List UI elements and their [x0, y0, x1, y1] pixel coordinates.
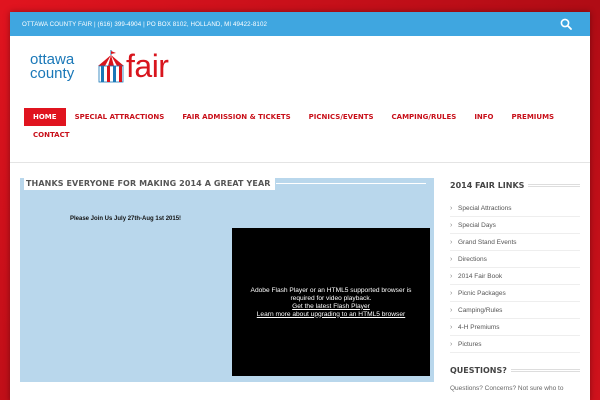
sidebar-links-list: › Special Attractions › Special Days › Gran… [450, 200, 580, 353]
chevron-right-icon: › [450, 221, 453, 229]
sidebar-link[interactable]: › Picnic Packages [450, 285, 580, 302]
sidebar-link[interactable]: › Directions [450, 251, 580, 268]
sidebar-link[interactable]: › Grand Stand Events [450, 234, 580, 251]
sidebar-link[interactable]: › Special Attractions [450, 200, 580, 217]
header-divider [10, 162, 590, 163]
main-content: THANKS EVERYONE FOR MAKING 2014 A GREAT … [20, 178, 434, 382]
sidebar-link[interactable]: › Camping/Rules [450, 302, 580, 319]
site-logo[interactable]: ottawa county fair [30, 48, 190, 90]
questions-heading: QUESTIONS? [450, 363, 580, 377]
html5-upgrade-link[interactable]: Learn more about upgrading to an HTML5 b… [257, 311, 405, 318]
heading-rule [510, 368, 580, 372]
nav-special-attractions[interactable]: SPECIAL ATTRACTIONS [66, 108, 174, 126]
nav-camping-rules[interactable]: CAMPING/RULES [383, 108, 466, 126]
nav-info[interactable]: INFO [465, 108, 502, 126]
questions-section: QUESTIONS? Questions? Concerns? Not sure… [450, 363, 580, 392]
logo-word-fair: fair [126, 48, 169, 84]
questions-text: Questions? Concerns? Not sure who to [450, 385, 564, 392]
video-message-line1: Adobe Flash Player or an HTML5 supported… [250, 286, 412, 294]
nav-home[interactable]: HOME [24, 108, 66, 126]
nav-premiums[interactable]: PREMIUMS [503, 108, 564, 126]
nav-contact[interactable]: CONTACT [24, 126, 79, 144]
sidebar-link[interactable]: › Special Days [450, 217, 580, 234]
site-header: ottawa county fair [10, 36, 590, 102]
sidebar-links-heading: 2014 FAIR LINKS [450, 178, 580, 192]
chevron-right-icon: › [450, 204, 453, 212]
chevron-right-icon: › [450, 289, 453, 297]
main-nav: HOME SPECIAL ATTRACTIONS FAIR ADMISSION … [24, 108, 580, 144]
sidebar: 2014 FAIR LINKS › Special Attractions › Sp… [450, 178, 580, 392]
chevron-right-icon: › [450, 340, 453, 348]
chevron-right-icon: › [450, 238, 453, 246]
top-info-bar: OTTAWA COUNTY FAIR | (616) 399-4904 | PO… [10, 12, 590, 36]
search-icon[interactable] [560, 18, 572, 30]
page-title: THANKS EVERYONE FOR MAKING 2014 A GREAT … [24, 178, 275, 190]
chevron-right-icon: › [450, 306, 453, 314]
page-container: OTTAWA COUNTY FAIR | (616) 399-4904 | PO… [10, 12, 590, 400]
chevron-right-icon: › [450, 272, 453, 280]
contact-line: OTTAWA COUNTY FAIR | (616) 399-4904 | PO… [22, 20, 268, 28]
sidebar-link[interactable]: › 4-H Premiums [450, 319, 580, 336]
nav-picnics-events[interactable]: PICNICS/EVENTS [300, 108, 383, 126]
heading-rule [528, 183, 580, 187]
questions-title: QUESTIONS? [450, 365, 507, 375]
video-player[interactable]: Adobe Flash Player or an HTML5 supported… [232, 228, 430, 376]
tent-icon [98, 50, 124, 83]
sidebar-link[interactable]: › 2014 Fair Book [450, 268, 580, 285]
chevron-right-icon: › [450, 255, 453, 263]
sidebar-links-title: 2014 FAIR LINKS [450, 180, 525, 190]
title-rule [276, 183, 426, 184]
nav-fair-admission[interactable]: FAIR ADMISSION & TICKETS [173, 108, 299, 126]
join-message: Please Join Us July 27th-Aug 1st 2015! [70, 216, 182, 222]
sidebar-link[interactable]: › Pictures [450, 336, 580, 353]
video-message-line2: required for video playback. [290, 294, 372, 302]
flash-player-link[interactable]: Get the latest Flash Player [292, 303, 370, 310]
logo-word-county: county [30, 65, 75, 82]
chevron-right-icon: › [450, 323, 453, 331]
